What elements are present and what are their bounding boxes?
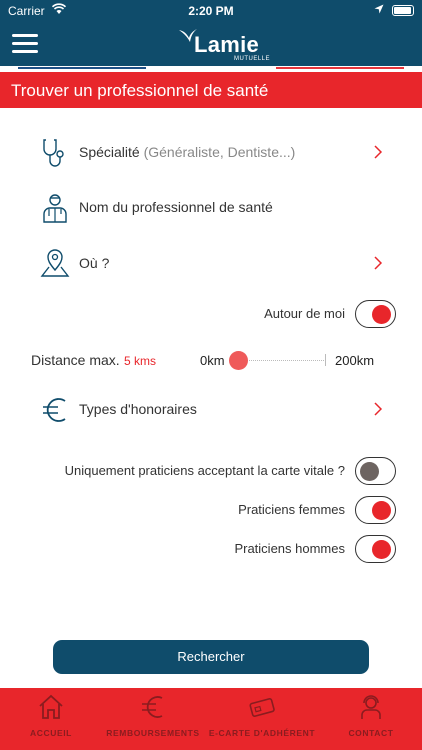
tab-e-carte[interactable]: E-CARTE D'ADHÉRENT [204,688,320,750]
distance-label: Distance max. [31,352,120,368]
menu-icon[interactable] [12,34,38,54]
tab-bar: ACCUEIL REMBOURSEMENTS E-CARTE D'ADHÉREN… [0,688,422,750]
euro-icon [142,696,163,718]
search-button[interactable]: Rechercher [53,640,369,674]
nom-label: Nom du professionnel de santé [79,199,273,215]
tab-label: ACCUEIL [30,728,72,738]
brand-name: Lamie [194,32,260,57]
chevron-right-icon [374,402,383,416]
hommes-label: Praticiens hommes [234,541,345,556]
tab-label: CONTACT [348,728,394,738]
carte-vitale-toggle[interactable] [355,457,396,485]
tab-remboursements[interactable]: REMBOURSEMENTS [102,688,204,750]
tab-contact[interactable]: CONTACT [320,688,422,750]
femmes-label: Praticiens femmes [238,502,345,517]
autour-label: Autour de moi [264,306,345,321]
femmes-row: Praticiens femmes [0,494,422,528]
specialite-label: Spécialité (Généraliste, Dentiste...) [79,144,296,160]
chevron-right-icon [374,256,383,270]
clock: 2:20 PM [188,4,234,18]
stethoscope-icon [43,139,64,167]
specialite-field[interactable]: Spécialité (Généraliste, Dentiste...) [0,129,422,177]
honoraires-label: Types d'honoraires [79,401,197,417]
autour-toggle[interactable] [355,300,396,328]
tab-label: E-CARTE D'ADHÉRENT [208,728,316,738]
ou-field[interactable]: Où ? [0,240,422,288]
doctor-icon [43,194,67,223]
nom-field[interactable]: Nom du professionnel de santé [0,184,422,232]
location-arrow-icon [374,4,384,14]
distance-slider-row: Distance max. 5 kms 0km 200km [0,346,422,376]
distance-min: 0km [200,353,225,368]
tab-accueil[interactable]: ACCUEIL [0,688,102,750]
card-icon [249,698,275,717]
map-pin-icon [40,249,70,277]
brand-sub: MUTUELLE [234,56,271,62]
euro-icon [43,398,66,422]
page-title: Trouver un professionnel de santé [0,72,422,108]
home-icon [39,694,63,719]
slider-track [238,360,326,361]
support-agent-icon [361,695,381,719]
nav-bar: Lamie MUTUELLE [0,22,422,66]
hommes-row: Praticiens hommes [0,533,422,567]
slider-track-end [325,354,326,366]
distance-max: 200km [335,353,375,368]
flag-stripe [0,66,422,70]
distance-value: 5 kms [124,354,157,368]
honoraires-field[interactable]: Types d'honoraires [0,386,422,434]
femmes-toggle[interactable] [355,496,396,524]
autour-row: Autour de moi [0,298,422,332]
hommes-toggle[interactable] [355,535,396,563]
tab-label: REMBOURSEMENTS [106,728,200,738]
chevron-right-icon [374,145,383,159]
battery-icon [392,5,414,16]
carte-vitale-row: Uniquement praticiens acceptant la carte… [0,455,422,489]
distance-slider-thumb[interactable] [229,351,248,370]
lamie-logo: Lamie MUTUELLE [178,26,271,62]
carte-vitale-label: Uniquement praticiens acceptant la carte… [64,463,345,478]
status-bar: Carrier 2:20 PM [0,0,422,22]
ou-label: Où ? [79,255,110,271]
